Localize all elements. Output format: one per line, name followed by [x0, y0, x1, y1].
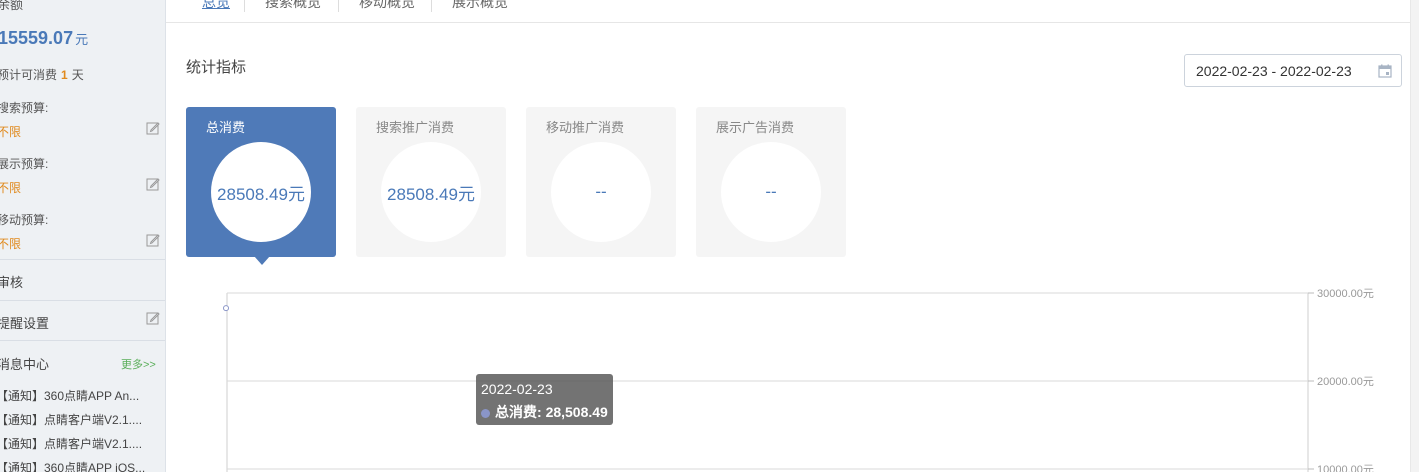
y-tick-label: 20000.00元 [1317, 376, 1374, 388]
spend-line-chart: 30000.00元 20000.00元 10000.00元 [223, 288, 1374, 472]
series-dot-icon [481, 408, 490, 418]
y-tick-label: 30000.00元 [1317, 288, 1374, 300]
y-tick-label: 10000.00元 [1317, 464, 1374, 472]
chart-tooltip: 2022-02-23 总消费: 28,508.49 [476, 374, 613, 425]
scrollbar[interactable] [1410, 0, 1419, 472]
tooltip-value: 28,508.49 [545, 404, 608, 420]
tooltip-row: 总消费: 28,508.49 [481, 402, 608, 422]
data-point [223, 305, 229, 312]
tooltip-date: 2022-02-23 [481, 381, 553, 397]
tooltip-label: 总消费: [495, 404, 542, 420]
